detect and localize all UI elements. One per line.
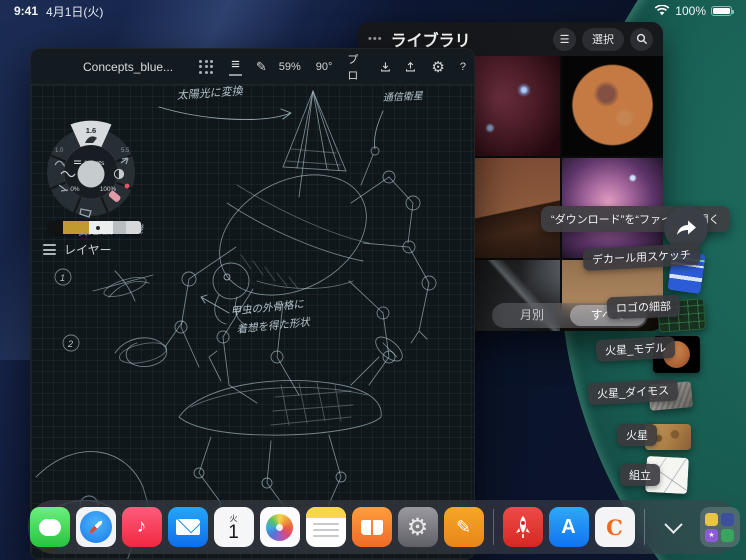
annotation-beetle-1: 甲虫の外骨格に (230, 298, 305, 318)
dot-grid-icon[interactable] (199, 59, 214, 74)
concepts-app-icon[interactable]: C (594, 507, 635, 547)
annotation-marker-1: 1 (60, 273, 65, 283)
layers-icon (43, 244, 56, 255)
chevron-down-icon[interactable] (654, 507, 694, 547)
palette-swatch-black[interactable] (49, 221, 63, 234)
import-icon[interactable] (380, 60, 391, 74)
gear-icon: ⚙ (406, 513, 429, 541)
tool-wheel[interactable]: 1.6 1.0 5.5 6.9 1.6 pts 0% (37, 117, 149, 235)
document-title[interactable]: Concepts_blue... (83, 60, 173, 74)
settings-app-icon[interactable]: ⚙ (397, 507, 438, 547)
drag-item-label[interactable]: 火星 (617, 424, 657, 446)
palette-swatch-gold[interactable] (63, 221, 89, 234)
annotation-beetle-2: 着想を得た形状 (236, 316, 312, 336)
music-note-icon: ♪ (136, 516, 147, 537)
segment-monthly[interactable]: 月別 (494, 305, 570, 326)
annotation-solar: 太陽光に変換 (176, 85, 244, 102)
opacity-max-label: 100% (100, 186, 117, 193)
sketch-pen-app-icon[interactable]: ✎ (443, 507, 484, 547)
drag-item-label[interactable]: ロゴの細部 (606, 294, 681, 320)
pen-nib-icon[interactable]: ✎ (256, 59, 267, 75)
drawing-canvas[interactable]: 太陽光に変換 通信衛星 長距離探査機 甲虫の外骨格に 着想を得た形状 1 2 (31, 85, 474, 559)
rocket-icon (515, 516, 530, 538)
clock: 9:41 (14, 4, 39, 18)
palette-swatch-lightgray[interactable] (126, 221, 141, 234)
window-controls-button[interactable]: ••• (368, 33, 383, 45)
calendar-day: 1 (228, 522, 239, 543)
photos-app-icon[interactable] (259, 507, 300, 547)
dock-divider (643, 509, 645, 545)
app-library-grid: ★ (705, 512, 734, 542)
calendar-app-icon[interactable]: 火 1 (213, 507, 254, 547)
rocket-app-icon[interactable] (502, 507, 543, 547)
dock-divider (492, 509, 494, 545)
app-library-icon[interactable]: ★ (699, 507, 740, 547)
annotation-marker-2: 2 (67, 339, 73, 349)
pro-button[interactable]: プロ (347, 51, 364, 83)
flower-icon (266, 513, 293, 541)
notes-lines (306, 518, 346, 542)
envelope-icon (175, 519, 200, 535)
concepts-app-window[interactable]: Concepts_blue... ≡ ✎ 59% 90° プロ ⚙ ? 太陽光に… (30, 48, 475, 560)
drag-item-label[interactable]: 組立 (620, 464, 660, 486)
mail-app-icon[interactable] (167, 507, 208, 547)
palette-swatch-white-selected[interactable] (89, 221, 113, 234)
speech-bubble-icon (38, 518, 61, 536)
zoom-level[interactable]: 59% (279, 61, 301, 73)
concepts-c-icon: C (606, 514, 623, 540)
books-app-icon[interactable] (351, 507, 392, 547)
filter-lines-icon[interactable]: ☰ (553, 27, 576, 51)
photo-thumbnail-mars-globe[interactable] (562, 56, 663, 156)
right-tool-size: 5.5 (121, 148, 130, 154)
dock: ♪ 火 1 ⚙ ✎ A C ★ (28, 500, 741, 554)
export-share-icon[interactable] (405, 60, 416, 74)
battery-icon (711, 6, 734, 16)
rotation-value[interactable]: 90° (316, 61, 333, 73)
opacity-min-label: 0% (70, 186, 80, 193)
date: 4月1日(火) (46, 4, 104, 19)
select-button[interactable]: 選択 (582, 27, 624, 51)
palette-swatch-gray[interactable] (113, 221, 126, 234)
settings-gear-icon[interactable]: ⚙ (431, 58, 444, 76)
color-palette-bar[interactable] (49, 221, 141, 234)
notes-header-stripe (305, 507, 346, 518)
concepts-toolbar: Concepts_blue... ≡ ✎ 59% 90° プロ ⚙ ? (31, 49, 474, 85)
app-store-app-icon[interactable]: A (548, 507, 589, 547)
messages-app-icon[interactable] (29, 507, 70, 547)
pen-icon: ✎ (455, 516, 472, 537)
compass-icon (79, 511, 112, 543)
battery-percent: 100% (675, 4, 706, 18)
annotation-satellite: 通信衛星 (383, 90, 425, 104)
layers-button[interactable]: レイヤー (43, 241, 112, 258)
layers-label: レイヤー (64, 243, 112, 257)
appstore-a-icon: A (561, 515, 576, 538)
status-bar: 9:41 4月1日(火) 100% (0, 0, 746, 22)
safari-app-icon[interactable] (75, 507, 116, 547)
drag-item-label[interactable]: 火星_モデル (595, 335, 676, 363)
help-icon[interactable]: ? (460, 61, 466, 73)
app-grid-icon[interactable] (43, 60, 59, 74)
menu-lines-icon[interactable]: ≡ (229, 57, 242, 76)
music-app-icon[interactable]: ♪ (121, 507, 162, 547)
eraser-accent-dot (124, 183, 130, 189)
wifi-icon (654, 5, 670, 16)
open-book-icon (360, 519, 383, 535)
search-icon[interactable] (630, 27, 653, 51)
photo-thumbnail-horsehead-nebula[interactable] (460, 56, 560, 156)
ipad-screen: 9:41 4月1日(火) 100% ••• ライブラリ ☰ 選択 月別 “ダウン… (0, 0, 746, 560)
wheel-center-knob[interactable] (77, 160, 105, 188)
drag-item-label[interactable]: 火星_ダイモス (587, 378, 679, 406)
left-tool-size: 1.0 (55, 148, 64, 154)
active-tool-size: 1.6 (86, 126, 96, 135)
notes-app-icon[interactable] (305, 507, 346, 547)
